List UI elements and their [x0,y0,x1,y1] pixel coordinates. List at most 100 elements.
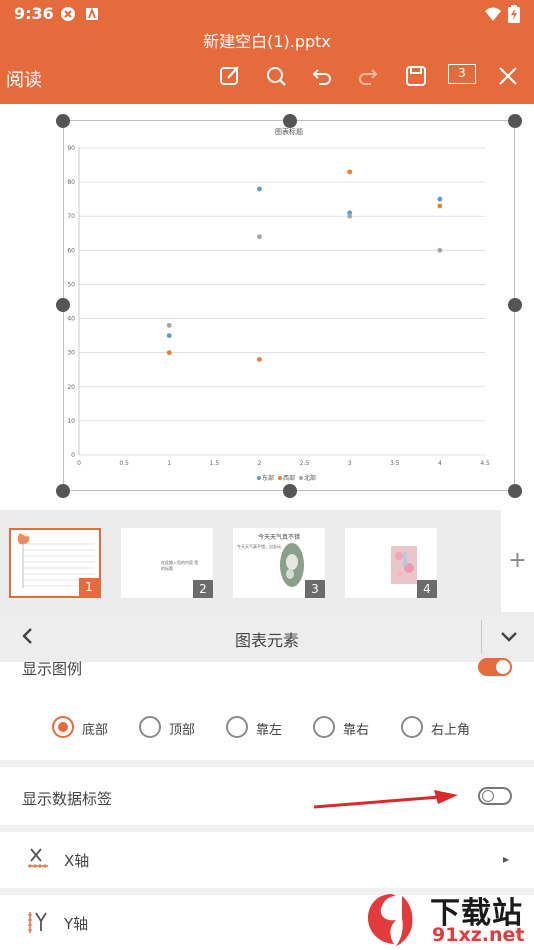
edit-icon [220,66,239,85]
show-legend-label: 显示图例 [22,660,83,678]
chart-points [166,169,443,362]
x-tick-label: 4.5 [480,460,490,467]
y-tick-label: 10 [67,418,75,425]
show-data-labels-label: 显示数据标签 [22,790,113,808]
y-tick-label: 40 [67,316,75,323]
x-tick-label: 0 [77,460,81,467]
x-tick-label: 2.5 [300,460,310,467]
radio-label: 顶部 [169,723,196,738]
x-tick-label: 0.5 [119,460,129,467]
x-tick-label: 3 [348,460,352,467]
page-count-badge[interactable]: 3 [448,64,476,84]
data-point [257,234,262,240]
redo-button[interactable] [352,60,384,92]
watermark-domain: 91xz.net [432,924,525,946]
status-bar: 9:36 [0,0,534,28]
slide-thumbnails: 1 在此输入您的内容 您的标题 2 今天天气真不错 今天天气真不错，出去玩 3 … [0,510,534,612]
legend-label: 东部 [262,474,274,482]
slide-canvas[interactable]: 图表标题 0 10 20 30 40 50 60 70 80 90 0 0.5 1 1.5 2 2.5 3 3.… [0,104,534,510]
section-divider [0,825,534,832]
x-tick-label: 3.5 [390,460,400,467]
thumbnail-number: 3 [305,580,325,598]
search-button[interactable] [260,60,292,92]
radio-label: 靠右 [343,723,370,738]
data-point [347,169,353,175]
chart-x-ticks: 0 0.5 1 1.5 2 2.5 3 3.5 4 4.5 [77,460,490,467]
data-point [166,333,172,339]
show-data-labels-toggle[interactable] [478,787,512,805]
wifi-icon [485,7,501,21]
resize-handle-right[interactable] [508,298,522,312]
show-legend-section: 显示图例 底部 顶部 靠左 靠右 右上角 [0,658,534,760]
data-point [347,213,353,219]
radio-label: 靠左 [256,723,283,738]
resize-handle-left[interactable] [56,298,70,312]
chart-gridlines [78,147,485,456]
legend-marker [278,476,282,480]
close-button[interactable] [492,60,524,92]
read-mode-button[interactable]: 阅读 [6,66,42,92]
collapse-chevron-icon[interactable] [497,624,521,648]
edit-button[interactable] [214,60,246,92]
save-button[interactable] [400,60,432,92]
annotation-arrow-icon [313,790,458,809]
radio-label: 右上角 [431,723,471,738]
x-tick-label: 4 [438,460,442,467]
thumbnail-number: 1 [79,578,99,596]
x-axis-label: X轴 [64,852,90,870]
data-point [437,196,443,202]
y-tick-label: 30 [67,350,75,357]
thumbnail-number: 4 [417,580,437,598]
show-legend-toggle[interactable] [478,658,512,676]
scatter-chart[interactable]: 图表标题 0 10 20 30 40 50 60 70 80 90 0 0.5 1 1.5 2 2.5 3 3.… [63,120,515,491]
store-notification-icon [86,7,98,20]
y-tick-label: 80 [67,179,75,186]
battery-icon [508,5,520,23]
panel-header: 图表元素 [0,612,534,662]
chevron-right-icon: ▸ [503,852,510,866]
thumbnail-title: 今天天气真不错 [257,534,300,541]
save-icon [406,66,426,86]
data-point [437,247,443,253]
close-icon [499,67,517,85]
resize-handle-top[interactable] [283,114,297,128]
add-slide-button[interactable]: + [501,510,534,612]
x-axis-row[interactable]: X轴 ▸ [0,832,534,888]
resize-handle-bottom[interactable] [283,484,297,498]
search-icon [267,67,286,86]
status-time: 9:36 [14,4,54,23]
thumbnail-text: 在此输入您的内容 您的标题 [161,560,199,571]
data-point [437,203,443,209]
app-root: 9:36 新建空白(1).pptx 阅读 3 图表标题 0 10 20 30 4… [0,0,534,950]
thumbnail-slide-2[interactable]: 在此输入您的内容 您的标题 2 [121,528,213,598]
y-tick-label: 70 [67,213,75,220]
site-watermark: 下载站 91xz.net [362,888,532,948]
redo-icon [359,69,378,85]
thumbnail-slide-3[interactable]: 今天天气真不错 今天天气真不错，出去玩 3 [233,528,325,598]
data-point [166,322,172,328]
thumbnail-image [391,546,417,584]
resize-handle-bottom-left[interactable] [56,484,70,498]
legend-marker [299,476,303,480]
x-tick-label: 2 [258,460,262,467]
thumbnail-slide-1[interactable]: 1 [9,528,101,598]
data-point [257,357,262,362]
resize-handle-bottom-right[interactable] [508,484,522,498]
legend-label: 北部 [304,474,316,482]
document-title: 新建空白(1).pptx [203,32,331,51]
chart-title: 图表标题 [275,127,303,136]
panel-title: 图表元素 [234,631,299,650]
undo-button[interactable] [306,60,338,92]
app-notification-icon [61,7,75,21]
y-tick-label: 60 [67,247,75,254]
radio-label: 底部 [82,723,109,738]
y-tick-label: 20 [67,384,75,391]
resize-handle-top-left[interactable] [56,114,70,128]
resize-handle-top-right[interactable] [508,114,522,128]
thumbnail-slide-4[interactable]: 4 [345,528,437,598]
undo-icon [312,69,331,85]
y-axis-icon [28,912,47,933]
thumbnail-number: 2 [193,580,213,598]
watermark-logo-icon [368,894,413,946]
x-tick-label: 1 [167,460,171,467]
